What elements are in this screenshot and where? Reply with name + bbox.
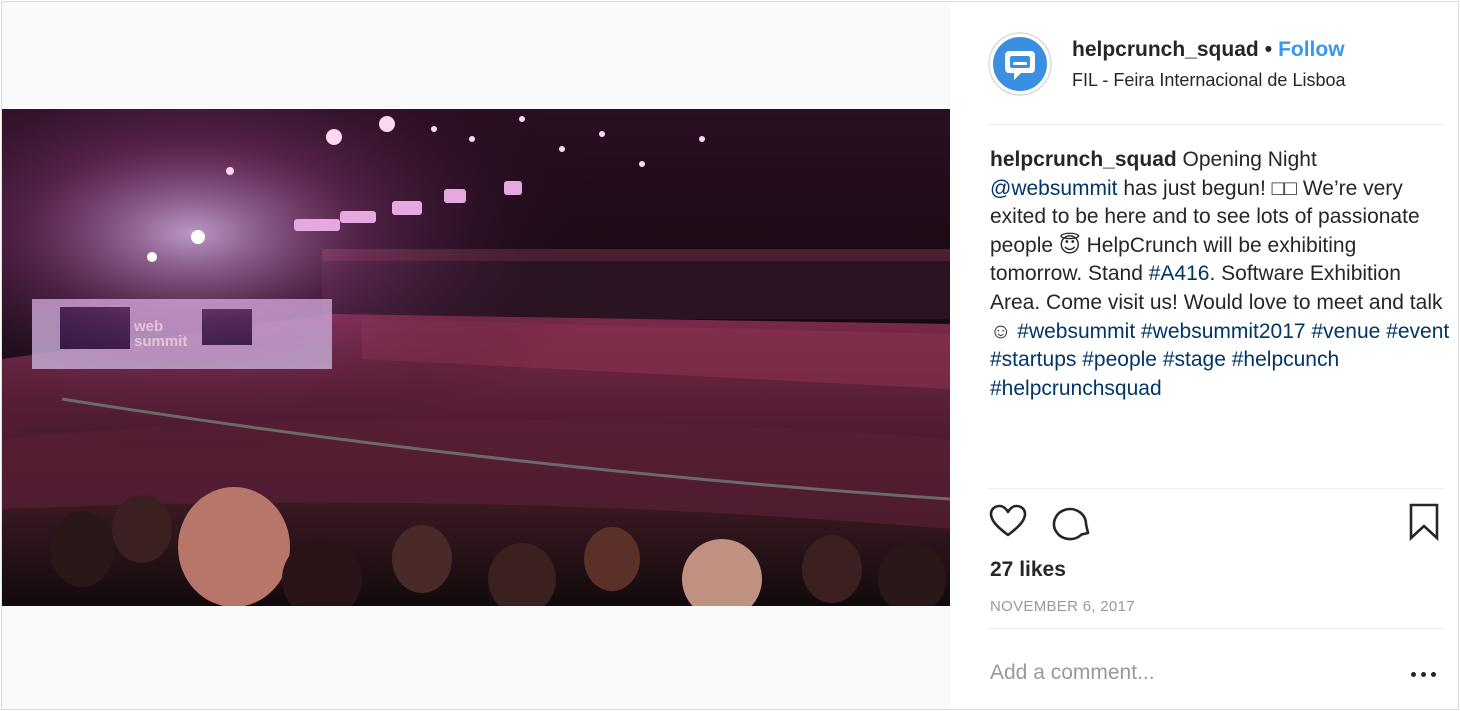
bookmark-icon (1409, 503, 1439, 541)
location-link[interactable]: FIL - Feira Internacional de Lisboa (1072, 68, 1345, 92)
save-button[interactable] (1404, 502, 1444, 542)
more-options-icon (1421, 672, 1426, 677)
likes-count[interactable]: 27 likes (990, 558, 1066, 582)
caption-text-1: Opening Night (1176, 148, 1317, 171)
mention-link[interactable]: @websummit (990, 177, 1118, 200)
heart-icon (989, 504, 1027, 537)
caption-username[interactable]: helpcrunch_squad (990, 148, 1177, 171)
hashtag-link[interactable]: #startups (990, 348, 1076, 371)
hashtag-link[interactable]: #stage (1163, 348, 1226, 371)
comment-divider (988, 628, 1444, 629)
user-row: helpcrunch_squad • Follow (1072, 36, 1345, 64)
separator-dot: • (1264, 38, 1273, 61)
header-username[interactable]: helpcrunch_squad (1072, 38, 1259, 61)
post-caption: helpcrunch_squad Opening Night @websummi… (990, 146, 1450, 403)
post-header: helpcrunch_squad • Follow FIL - Feira Inte… (988, 30, 1444, 125)
hashtag-link[interactable]: #people (1082, 348, 1157, 371)
actions-divider (988, 488, 1444, 489)
hashtag-link[interactable]: #event (1386, 320, 1449, 343)
more-options-icon (1411, 672, 1416, 677)
follow-button[interactable]: Follow (1278, 38, 1345, 61)
like-button[interactable] (988, 502, 1028, 542)
post-date: NOVEMBER 6, 2017 (990, 598, 1135, 615)
comment-icon (1052, 507, 1090, 541)
comment-button[interactable] (1052, 502, 1092, 542)
post-details-panel: helpcrunch_squad • Follow FIL - Feira Inte… (950, 2, 1458, 709)
media-area: web summit (2, 2, 950, 709)
hashtag-link[interactable]: #helpcunch (1232, 348, 1339, 371)
avatar[interactable] (988, 32, 1052, 96)
hashtag-link[interactable]: #A416 (1149, 262, 1210, 285)
hashtag-link[interactable]: #venue (1311, 320, 1380, 343)
comment-input[interactable] (990, 658, 1390, 688)
hashtag-link[interactable]: #websummit2017 (1141, 320, 1306, 343)
action-bar (988, 502, 1444, 546)
instagram-post: web summit (1, 1, 1459, 710)
more-options-button[interactable] (1410, 662, 1438, 686)
hashtag-link[interactable]: #helpcrunchsquad (990, 377, 1162, 400)
post-photo[interactable]: web summit (2, 109, 950, 606)
hashtag-link[interactable]: #websummit (1017, 320, 1135, 343)
more-options-icon (1431, 672, 1436, 677)
